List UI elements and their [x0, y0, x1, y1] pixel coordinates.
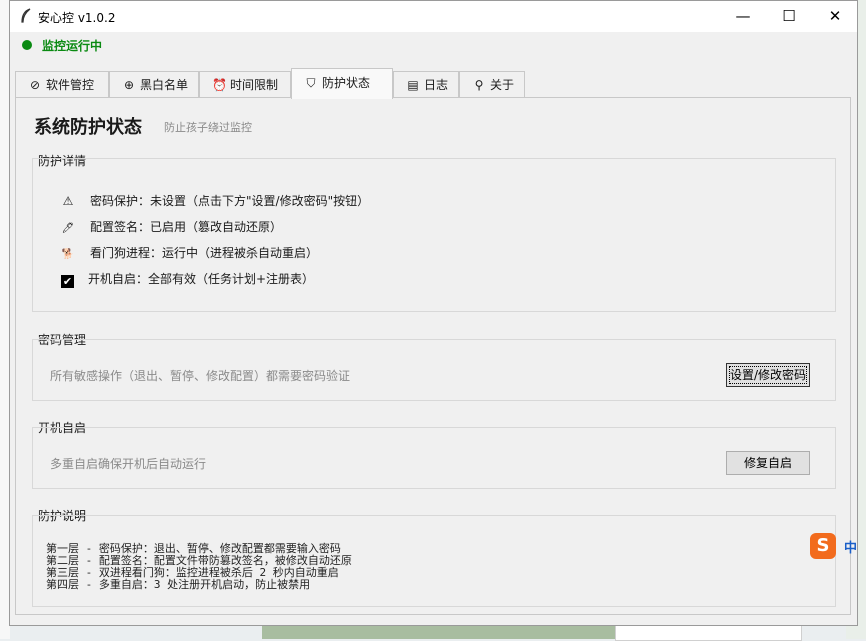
tab-bar: ⊘ 软件管控 ⊕ 黑白名单 ⏰ 时间限制 ⛉ 防护状态 ▤ 日志 ⚲ 关于 [15, 68, 845, 99]
maximize-button[interactable]: ☐ [766, 1, 812, 32]
tab-protection-status[interactable]: ⛉ 防护状态 [291, 68, 393, 99]
protection-status-panel: 系统防护状态 防止孩子绕过监控 防护详情 ⚠ 密码保护：未设置（点击下方"设置/修… [15, 97, 851, 615]
tab-label: 软件管控 [46, 78, 95, 92]
status-text: 监控运行中 [42, 39, 103, 53]
tab-label: 黑白名单 [140, 78, 189, 92]
dog-icon: 🐕 [61, 249, 75, 260]
detail-autostart: ✔ 开机自启：全部有效（任务计划+注册表） [60, 269, 314, 289]
tab-label: 时间限制 [230, 78, 279, 92]
checkbox-icon: ✔ [61, 275, 74, 288]
warning-icon: ⚠ [62, 194, 74, 208]
explanation-text: 第一层 - 密码保护：退出、暂停、修改配置都需要输入密码 第二层 - 配置签名：… [46, 543, 352, 591]
tab-label: 防护状态 [322, 76, 371, 90]
detail-text: 配置签名：已启用（篡改自动还原） [90, 220, 283, 234]
status-bar: 监控运行中 [10, 32, 857, 58]
tab-time-limit[interactable]: ⏰ 时间限制 [199, 71, 291, 98]
detail-text: 开机自启：全部有效（任务计划+注册表） [88, 272, 315, 286]
page-title: 系统防护状态 [34, 117, 142, 138]
status-indicator-icon [22, 40, 32, 50]
tab-log[interactable]: ▤ 日志 [393, 71, 459, 98]
close-button[interactable]: ✕ [812, 1, 858, 32]
feather-icon [19, 8, 33, 24]
autostart-description: 多重自启确保开机后自动运行 [50, 457, 207, 471]
block-icon: ⊘ [29, 78, 41, 92]
window-title: 安心控 v1.0.2 [38, 11, 116, 25]
detail-config-signature: 🖊 配置签名：已启用（篡改自动还原） [60, 217, 282, 237]
tab-label: 关于 [490, 78, 515, 92]
password-description: 所有敏感操作（退出、暂停、修改配置）都需要密码验证 [50, 369, 351, 383]
clipboard-icon: ▤ [407, 78, 419, 92]
ime-mode-label: 中 [844, 541, 858, 556]
tab-about[interactable]: ⚲ 关于 [459, 71, 525, 98]
minimize-button[interactable]: — [720, 1, 766, 32]
tab-software-control[interactable]: ⊘ 软件管控 [15, 71, 109, 98]
alarm-clock-icon: ⏰ [212, 78, 227, 92]
sogou-logo-icon: S [810, 533, 836, 559]
detail-watchdog-process: 🐕 看门狗进程：运行中（进程被杀自动重启） [60, 243, 318, 263]
pin-icon: ⚲ [474, 78, 484, 92]
detail-text: 密码保护：未设置（点击下方"设置/修改密码"按钮） [90, 194, 370, 208]
pen-icon: 🖊 [61, 223, 75, 234]
ime-indicator[interactable]: S 中 [810, 531, 866, 561]
explanation-line: 第四层 - 多重自启：3 处注册开机启动，防止被禁用 [46, 578, 311, 591]
detail-text: 看门狗进程：运行中（进程被杀自动重启） [90, 246, 319, 260]
title-bar[interactable]: 安心控 v1.0.2 — ☐ ✕ [10, 1, 857, 32]
page-subtitle: 防止孩子绕过监控 [164, 121, 252, 134]
globe-icon: ⊕ [123, 78, 135, 92]
shield-icon: ⛉ [306, 76, 316, 90]
tab-blacklist-whitelist[interactable]: ⊕ 黑白名单 [109, 71, 199, 98]
detail-password-protection: ⚠ 密码保护：未设置（点击下方"设置/修改密码"按钮） [60, 191, 369, 211]
set-password-button[interactable]: 设置/修改密码 [726, 363, 810, 387]
tab-label: 日志 [424, 78, 449, 92]
repair-autostart-button[interactable]: 修复自启 [726, 451, 810, 475]
app-window: 安心控 v1.0.2 — ☐ ✕ 监控运行中 ⊘ 软件管控 ⊕ 黑白名单 ⏰ 时间限制… [9, 0, 858, 626]
